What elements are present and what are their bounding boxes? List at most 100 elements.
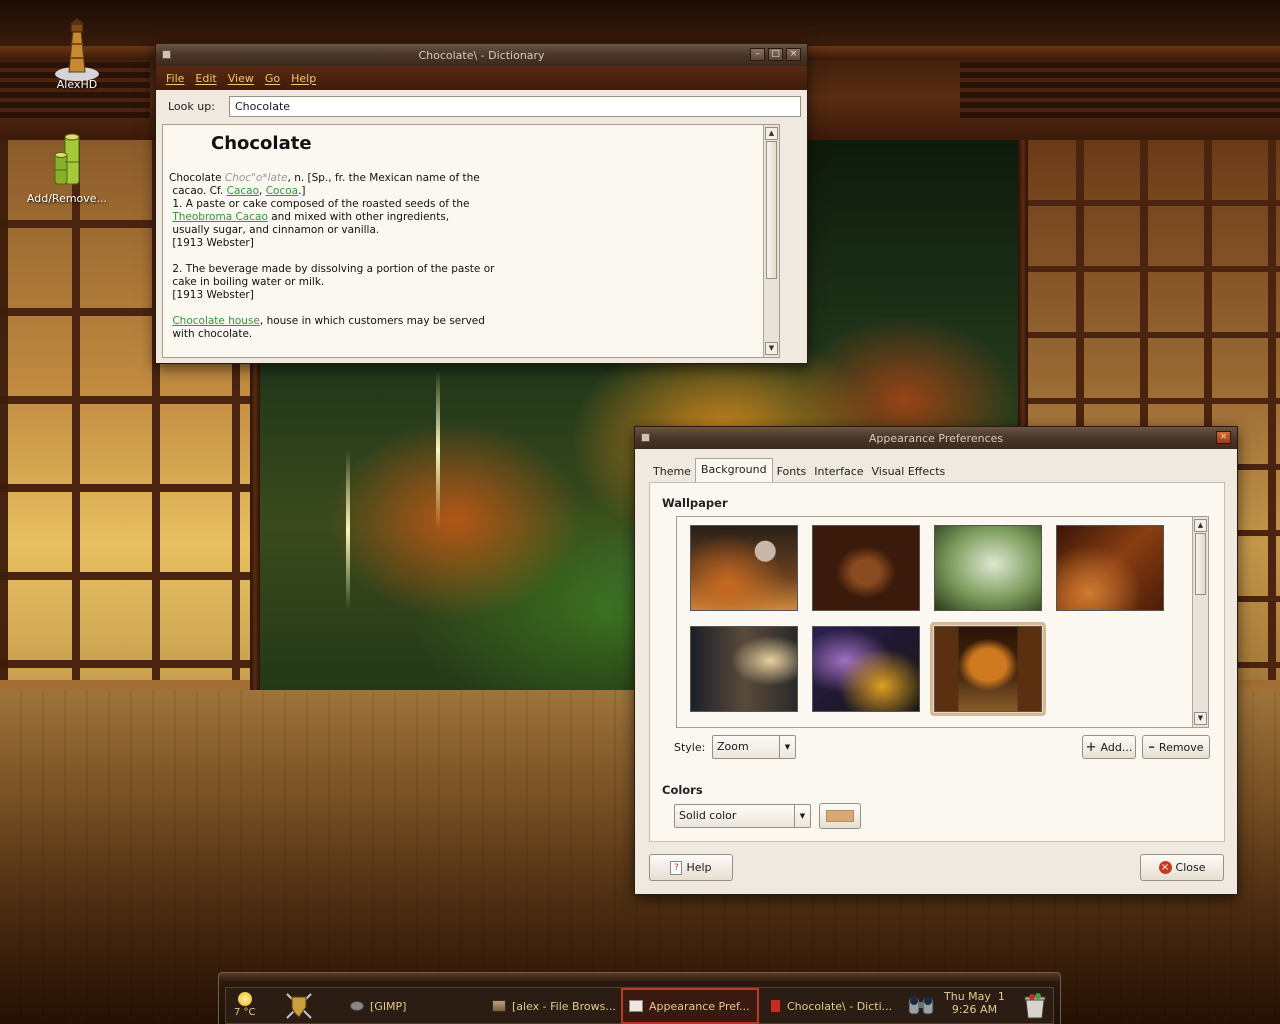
color-swatch xyxy=(826,810,854,822)
binoculars-icon xyxy=(908,997,934,1015)
entry-text: 2. The beverage made by dissolving a por… xyxy=(169,263,495,275)
gimp-icon xyxy=(350,1001,364,1011)
link-chocolate-house[interactable]: Chocolate house xyxy=(172,315,260,327)
link-cocoa[interactable]: Cocoa xyxy=(266,185,298,197)
close-icon[interactable]: × xyxy=(1216,431,1231,444)
scroll-down-icon[interactable]: ▼ xyxy=(765,342,778,355)
scroll-up-icon[interactable]: ▲ xyxy=(1194,519,1207,532)
style-combo[interactable]: Zoom ▼ xyxy=(712,735,796,759)
entry-text: , n. [Sp., fr. the Mexican name of the xyxy=(287,172,480,184)
plus-icon: + xyxy=(1085,739,1097,755)
tab-interface[interactable]: Interface xyxy=(810,461,867,482)
help-button[interactable]: ? Help xyxy=(649,854,733,881)
wallpaper-thumb-ruins[interactable] xyxy=(812,525,920,611)
entry-text: 1. A paste or cake composed of the roast… xyxy=(169,198,470,210)
menu-go[interactable]: Go xyxy=(265,72,280,85)
entry-source: [1913 Webster] xyxy=(169,237,254,249)
desktop-icon-label: Add/Remove... xyxy=(26,192,108,205)
clock-time: 9:26 AM xyxy=(951,1003,998,1016)
tab-bar: Theme Background Fonts Interface Visual … xyxy=(649,458,950,482)
taskbar: 7 °C [GIMP] [alex - File Brows... Appear… xyxy=(218,972,1061,1024)
entry-text: with chocolate. xyxy=(169,328,253,340)
lookup-input[interactable]: Chocolate xyxy=(229,96,801,117)
definition-text: Chocolate Choc"o*late, n. [Sp., fr. the … xyxy=(169,172,779,341)
tab-theme[interactable]: Theme xyxy=(649,461,695,482)
close-circle-icon: × xyxy=(1158,861,1172,874)
shield-icon xyxy=(286,993,312,1019)
taskbar-item-file-browser[interactable]: [alex - File Brows... xyxy=(486,988,622,1024)
weather-applet[interactable]: 7 °C xyxy=(228,988,262,1024)
wallpaper-thumb-waves[interactable] xyxy=(1056,525,1164,611)
add-wallpaper-button[interactable]: + Add... xyxy=(1082,735,1136,759)
tab-background[interactable]: Background xyxy=(694,458,773,482)
remove-wallpaper-button[interactable]: – Remove xyxy=(1142,735,1210,759)
entry-term: Chocolate xyxy=(169,172,222,184)
definition-view: Chocolate Chocolate Choc"o*late, n. [Sp.… xyxy=(162,124,780,358)
close-icon[interactable]: × xyxy=(786,48,801,61)
close-button[interactable]: × Close xyxy=(1140,854,1224,881)
taskbar-item-dictionary[interactable]: Chocolate\ - Dicti... xyxy=(764,988,898,1024)
wallpaper-thumb-dots[interactable] xyxy=(812,626,920,712)
shield-launcher[interactable] xyxy=(278,988,320,1024)
wallpaper-light-beam xyxy=(346,450,350,610)
appearance-window: Appearance Preferences × Theme Backgroun… xyxy=(634,426,1238,895)
wallpaper-slats-right xyxy=(960,62,1280,122)
menu-help[interactable]: Help xyxy=(291,72,316,85)
style-combo-value: Zoom xyxy=(717,740,749,753)
desktop-icon-add-remove[interactable]: Add/Remove... xyxy=(22,132,112,205)
window-menu-icon[interactable] xyxy=(641,433,650,442)
scroll-up-icon[interactable]: ▲ xyxy=(765,127,778,140)
scroll-thumb[interactable] xyxy=(1195,533,1206,595)
maximize-icon[interactable]: □ xyxy=(768,48,783,61)
trash-icon xyxy=(1024,993,1046,1019)
wallpaper-thumb-leaves[interactable] xyxy=(934,525,1042,611)
help-button-label: Help xyxy=(686,861,712,874)
menu-view[interactable]: View xyxy=(228,72,254,85)
scroll-down-icon[interactable]: ▼ xyxy=(1194,712,1207,725)
entry-pronunciation: Choc"o*late xyxy=(224,172,288,184)
trash-applet[interactable] xyxy=(1016,988,1054,1024)
color-swatch-button[interactable] xyxy=(819,803,861,829)
taskbar-item-label: Appearance Pref... xyxy=(649,999,750,1013)
definition-scrollbar[interactable]: ▲ ▼ xyxy=(763,125,779,357)
taskbar-item-gimp[interactable]: [GIMP] xyxy=(344,988,412,1024)
gallery-scrollbar[interactable]: ▲ ▼ xyxy=(1192,517,1208,727)
wallpaper-section-label: Wallpaper xyxy=(662,496,728,510)
taskbar-item-appearance[interactable]: Appearance Pref... xyxy=(621,988,759,1024)
remove-button-label: Remove xyxy=(1158,740,1204,754)
help-icon: ? xyxy=(670,860,683,875)
clock-applet[interactable]: Thu May 1 9:26 AM xyxy=(938,988,1011,1024)
link-theobroma-cacao[interactable]: Theobroma Cacao xyxy=(172,211,268,223)
wallpaper-thumb-planet[interactable] xyxy=(690,525,798,611)
entry-text: , xyxy=(259,185,266,197)
window-title: Chocolate\ - Dictionary xyxy=(418,48,545,62)
headword: Chocolate xyxy=(211,133,312,154)
tab-fonts[interactable]: Fonts xyxy=(773,461,811,482)
dictionary-icon xyxy=(770,999,781,1013)
wallpaper-thumb-city[interactable] xyxy=(690,626,798,712)
wallpaper-gallery: ▲ ▼ xyxy=(676,516,1209,728)
wallpaper-thumb-japanese-room[interactable] xyxy=(934,626,1042,712)
appearance-titlebar[interactable]: Appearance Preferences × xyxy=(635,427,1237,449)
colors-combo[interactable]: Solid color ▼ xyxy=(674,804,811,828)
sun-icon xyxy=(237,992,252,1006)
clock-date: Thu May 1 xyxy=(944,990,1005,1003)
appearance-icon xyxy=(629,1000,643,1012)
entry-text: , house in which customers may be served xyxy=(259,315,485,327)
tab-visual-effects[interactable]: Visual Effects xyxy=(868,461,950,482)
entry-text: .] xyxy=(298,185,306,197)
dictionary-menubar: File Edit View Go Help xyxy=(156,66,807,90)
menu-file[interactable]: File xyxy=(166,72,184,85)
scroll-thumb[interactable] xyxy=(766,141,777,279)
desktop-icon-alexhd[interactable]: AlexHD xyxy=(32,16,122,91)
chevron-down-icon: ▼ xyxy=(794,805,810,827)
link-cacao[interactable]: Cacao xyxy=(227,185,259,197)
network-applet[interactable] xyxy=(900,988,942,1024)
dictionary-titlebar[interactable]: Chocolate\ - Dictionary – □ × xyxy=(156,44,807,66)
window-menu-icon[interactable] xyxy=(162,50,171,59)
taskbar-item-label: [alex - File Brows... xyxy=(512,999,616,1013)
weather-temperature: 7 °C xyxy=(234,1007,256,1018)
close-button-label: Close xyxy=(1175,861,1206,874)
menu-edit[interactable]: Edit xyxy=(195,72,216,85)
minimize-icon[interactable]: – xyxy=(750,48,765,61)
